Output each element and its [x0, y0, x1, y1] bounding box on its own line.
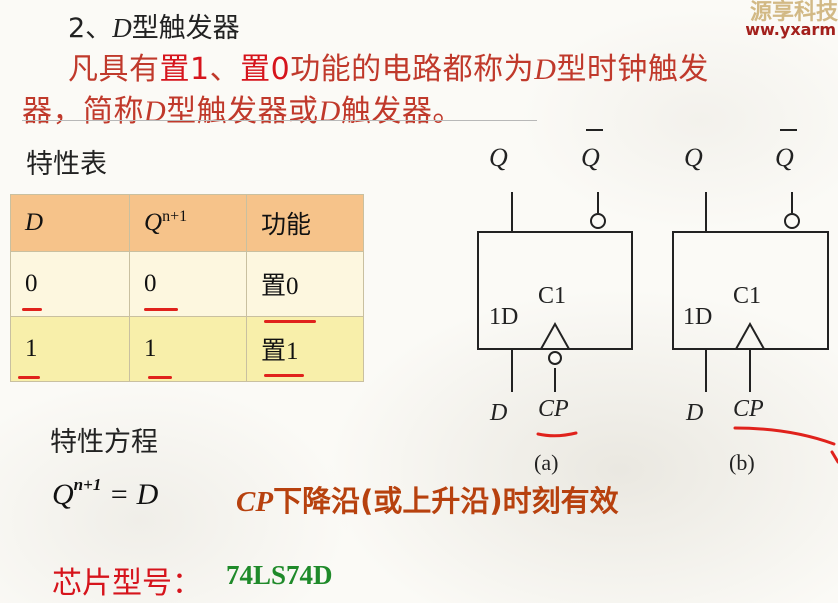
flip-flop-b-qbar-label: Q: [775, 143, 794, 172]
flip-flop-a-qbar-label: Q: [581, 143, 600, 172]
chip-model: 74LS74D: [226, 560, 333, 590]
flip-flop-b-caption: (b): [729, 450, 755, 475]
flip-flop-a-cp-label: CP: [538, 396, 569, 422]
flip-flop-b-d-label: D: [685, 400, 703, 426]
trigger-note: CP下降沿(或上升沿)时刻有效: [236, 484, 619, 518]
flip-flop-a-clock-label: C1: [538, 283, 566, 309]
flip-flop-a-clock-triangle: [540, 321, 570, 350]
flip-flop-a-d-label: D: [489, 400, 507, 426]
flip-flop-b-input-label: 1D: [683, 304, 712, 330]
annotation-curve: [733, 426, 836, 446]
characteristic-equation: Qn+1 = D: [52, 475, 159, 511]
flip-flop-a-cp-bubble: [548, 351, 562, 365]
annotation-underline: [536, 431, 578, 438]
flip-flop-b-qbar-bubble: [784, 213, 800, 229]
flip-flop-b-q-label: Q: [684, 143, 703, 172]
chip-label: 芯片型号：: [52, 566, 202, 601]
annotation-mark: [830, 450, 838, 464]
flip-flop-b-cp-label: CP: [733, 396, 764, 422]
flip-flop-a-qbar-bubble: [590, 213, 606, 229]
flip-flop-b-clock-label: C1: [733, 283, 761, 309]
flip-flop-a-caption: (a): [534, 450, 558, 475]
equation-heading: 特性方程: [50, 427, 158, 458]
flip-flop-b-clock-triangle: [735, 321, 765, 350]
flip-flop-a-input-label: 1D: [489, 304, 518, 330]
flip-flop-a-q-label: Q: [489, 143, 508, 172]
